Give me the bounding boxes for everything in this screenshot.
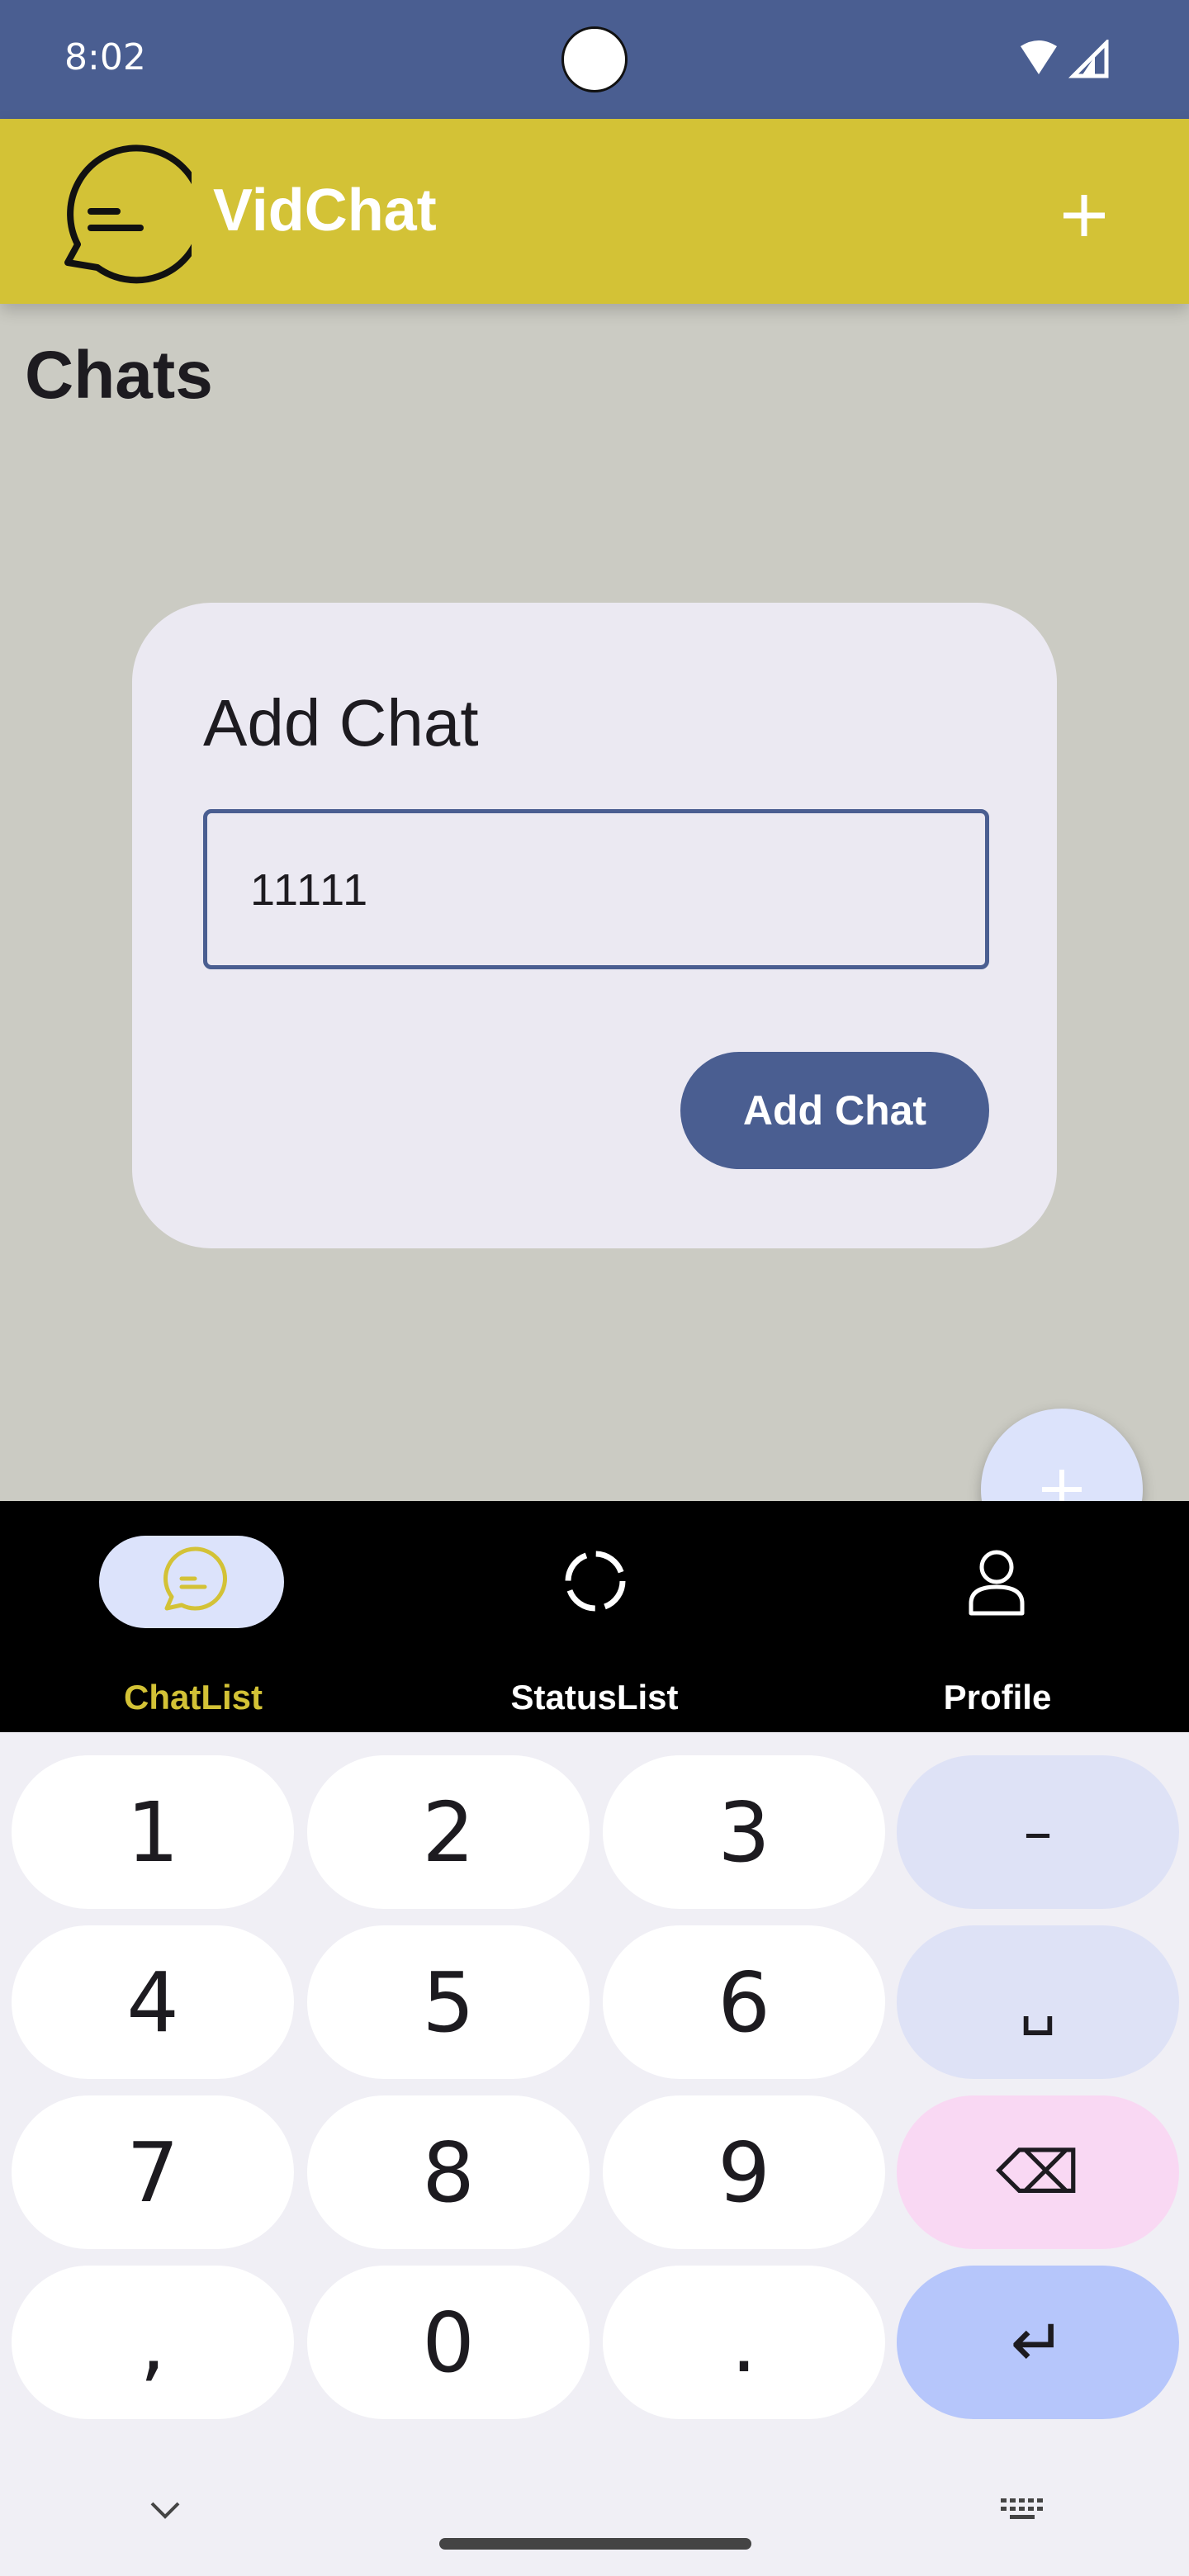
add-chat-button[interactable]: Add Chat xyxy=(680,1052,989,1169)
nav-item-chatlist[interactable]: ChatList xyxy=(74,1536,322,1717)
nav-label-profile: Profile xyxy=(943,1678,1052,1717)
status-time: 8:02 xyxy=(64,36,146,78)
page-title: Chats xyxy=(25,338,213,413)
plus-icon[interactable] xyxy=(1047,178,1121,253)
key-6[interactable]: 6 xyxy=(603,1925,885,2079)
nav-item-statuslist[interactable]: StatusList xyxy=(471,1536,718,1717)
key-period[interactable]: . xyxy=(603,2266,885,2419)
key-enter[interactable]: ↵ xyxy=(897,2266,1179,2419)
key-7[interactable]: 7 xyxy=(12,2095,294,2249)
key-backspace[interactable]: ⌫ xyxy=(897,2095,1179,2249)
key-8[interactable]: 8 xyxy=(307,2095,590,2249)
key-1[interactable]: 1 xyxy=(12,1755,294,1909)
wifi-icon xyxy=(1021,40,1057,74)
key-comma[interactable]: , xyxy=(12,2266,294,2419)
bottom-navigation: ChatList StatusList Profile xyxy=(0,1501,1189,1732)
chat-bubble-icon xyxy=(163,1546,227,1611)
key-0[interactable]: 0 xyxy=(307,2266,590,2419)
gesture-home-bar[interactable] xyxy=(439,2538,751,2550)
key-4[interactable]: 4 xyxy=(12,1925,294,2079)
chevron-down-icon[interactable] xyxy=(145,2495,185,2525)
chat-bubble-logo-icon xyxy=(64,144,192,284)
status-bar: 8:02 xyxy=(0,0,1189,119)
person-icon xyxy=(969,1550,1025,1616)
numeric-keyboard: 1 2 3 – 4 5 6 ␣ 7 8 9 ⌫ , 0 . ↵ xyxy=(0,1732,1189,2576)
nav-label-statuslist: StatusList xyxy=(510,1678,679,1717)
keyboard-icon[interactable] xyxy=(999,2495,1047,2528)
chat-id-input-value: 11111 xyxy=(250,865,370,915)
nav-label-chatlist: ChatList xyxy=(124,1678,263,1717)
key-minus[interactable]: – xyxy=(897,1755,1179,1909)
key-space[interactable]: ␣ xyxy=(897,1925,1179,2079)
key-2[interactable]: 2 xyxy=(307,1755,590,1909)
key-9[interactable]: 9 xyxy=(603,2095,885,2249)
app-bar: VidChat xyxy=(0,119,1189,304)
key-5[interactable]: 5 xyxy=(307,1925,590,2079)
camera-cutout xyxy=(561,26,628,92)
chat-id-input[interactable]: 11111 xyxy=(203,809,989,969)
add-chat-dialog: Add Chat 11111 Add Chat xyxy=(132,603,1057,1248)
app-title: VidChat xyxy=(213,178,437,244)
key-3[interactable]: 3 xyxy=(603,1755,885,1909)
dialog-title: Add Chat xyxy=(203,686,479,760)
signal-wifi-icons xyxy=(1021,40,1109,78)
status-ring-icon xyxy=(565,1551,626,1612)
nav-item-profile[interactable]: Profile xyxy=(874,1536,1121,1717)
